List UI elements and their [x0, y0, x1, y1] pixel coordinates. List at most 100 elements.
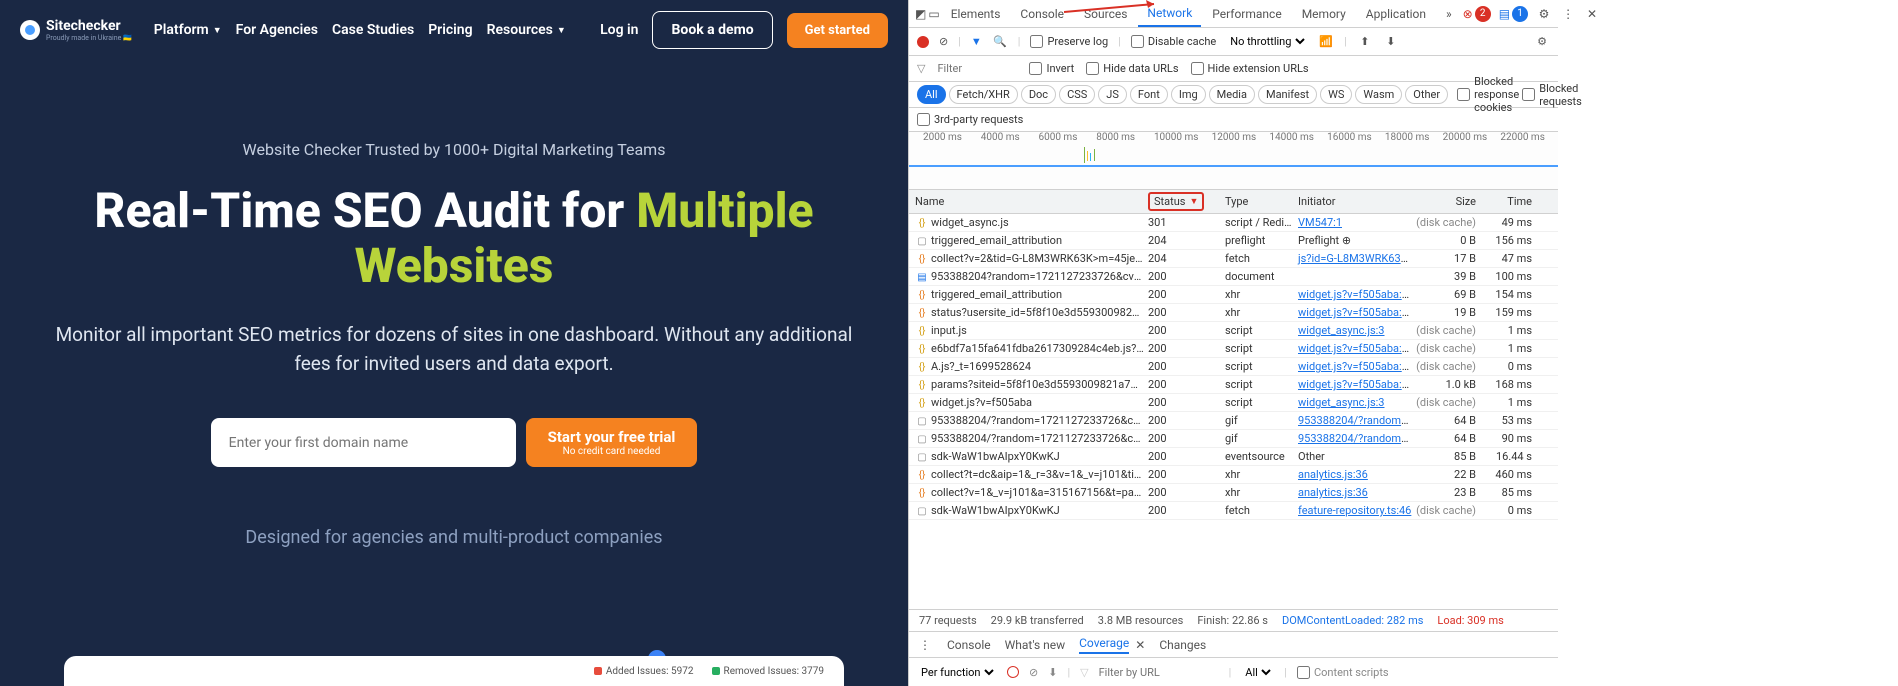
tab-performance[interactable]: Performance: [1203, 2, 1290, 26]
type-font[interactable]: Font: [1130, 85, 1168, 104]
search-icon[interactable]: 🔍: [992, 34, 1008, 50]
preserve-log-check[interactable]: Preserve log: [1030, 35, 1108, 48]
disable-cache-check[interactable]: Disable cache: [1131, 35, 1216, 48]
hide-ext-check[interactable]: Hide extension URLs: [1191, 62, 1309, 75]
table-row[interactable]: {}input.js200scriptwidget_async.js:3(dis…: [909, 322, 1558, 340]
drawer-tab-console[interactable]: Console: [947, 638, 991, 652]
login-link[interactable]: Log in: [600, 22, 638, 38]
tab-memory[interactable]: Memory: [1293, 2, 1355, 26]
type-all[interactable]: All: [917, 85, 946, 104]
table-row[interactable]: {}params?siteid=5f8f10e3d5593009821a73d4…: [909, 376, 1558, 394]
table-row[interactable]: ▢triggered_email_attribution204preflight…: [909, 232, 1558, 250]
tab-elements[interactable]: Elements: [942, 2, 1010, 26]
table-row[interactable]: {}triggered_email_attribution200xhrwidge…: [909, 286, 1558, 304]
table-row[interactable]: {}A.js?_t=1699528624200scriptwidget.js?v…: [909, 358, 1558, 376]
table-row[interactable]: ▤953388204?random=1721127233726&cv=11&f……: [909, 268, 1558, 286]
tab-network[interactable]: Network: [1138, 1, 1201, 27]
initiator-link[interactable]: js?id=G-L8M3WRK63K&l=…: [1298, 252, 1414, 265]
logo[interactable]: Sitechecker Proudly made in Ukraine 🇺🇦: [20, 18, 132, 42]
table-row[interactable]: {}widget.js?v=f505aba200scriptwidget_asy…: [909, 394, 1558, 412]
book-demo-button[interactable]: Book a demo: [652, 11, 772, 49]
nav-resources[interactable]: Resources▼: [487, 22, 566, 38]
tab-application[interactable]: Application: [1357, 2, 1435, 26]
initiator-link[interactable]: widget.js?v=f505aba:77: [1298, 342, 1414, 355]
type-css[interactable]: CSS: [1059, 85, 1095, 104]
drawer-menu-icon[interactable]: ⋮: [917, 637, 933, 653]
table-row[interactable]: ▢953388204/?random=1721127233726&cv=11&……: [909, 412, 1558, 430]
coverage-all-select[interactable]: All: [1241, 665, 1274, 680]
initiator-link[interactable]: analytics.js:36: [1298, 468, 1368, 481]
table-row[interactable]: {}widget_async.js301script / Redir…VM547…: [909, 214, 1558, 232]
type-media[interactable]: Media: [1209, 85, 1255, 104]
table-row[interactable]: {}collect?v=1&_v=j101&a=315167156&t=page…: [909, 484, 1558, 502]
tab-console[interactable]: Console: [1011, 2, 1073, 26]
more-tabs[interactable]: »: [1437, 2, 1461, 26]
type-ws[interactable]: WS: [1320, 85, 1352, 104]
throttle-select[interactable]: No throttling: [1226, 34, 1308, 49]
header-size[interactable]: Size: [1414, 195, 1484, 208]
inspect-icon[interactable]: ◩: [915, 6, 926, 22]
initiator-link[interactable]: widget.js?v=f505aba:77: [1298, 378, 1414, 391]
start-trial-button[interactable]: Start your free trial No credit card nee…: [526, 418, 698, 467]
initiator-link[interactable]: analytics.js:36: [1298, 486, 1368, 499]
initiator-link[interactable]: 953388204/?random=1721…: [1298, 432, 1414, 445]
settings-gear-icon[interactable]: ⚙: [1534, 34, 1550, 50]
upload-icon[interactable]: ⬆: [1357, 34, 1373, 50]
table-row[interactable]: ▢953388204/?random=1721127233726&cv=11&……: [909, 430, 1558, 448]
device-icon[interactable]: ▭: [928, 6, 939, 22]
initiator-link[interactable]: widget_async.js:3: [1298, 396, 1384, 409]
type-fetch-xhr[interactable]: Fetch/XHR: [949, 85, 1018, 104]
header-initiator[interactable]: Initiator: [1294, 195, 1414, 208]
initiator-link[interactable]: widget.js?v=f505aba:77: [1298, 360, 1414, 373]
table-row[interactable]: {}e6bdf7a15fa641fdba2617309284c4eb.js?_t…: [909, 340, 1558, 358]
nav-cases[interactable]: Case Studies: [332, 22, 414, 38]
nav-platform[interactable]: Platform▼: [154, 22, 222, 38]
filter-input[interactable]: [937, 62, 1017, 75]
initiator-link[interactable]: 953388204/?random=1721…: [1298, 414, 1414, 427]
download-icon[interactable]: ⬇: [1383, 34, 1399, 50]
third-party-check[interactable]: [917, 113, 930, 126]
header-status[interactable]: Status▼: [1144, 192, 1221, 211]
header-time[interactable]: Time: [1484, 195, 1544, 208]
type-manifest[interactable]: Manifest: [1258, 85, 1317, 104]
table-row[interactable]: {}status?usersite_id=5f8f10e3d5593009821…: [909, 304, 1558, 322]
nav-agencies[interactable]: For Agencies: [236, 22, 318, 38]
initiator-link[interactable]: widget_async.js:3: [1298, 324, 1384, 337]
coverage-record-icon[interactable]: [1007, 666, 1019, 678]
table-row[interactable]: {}collect?v=2&tid=G-L8M3WRK63K>m=45je47……: [909, 250, 1558, 268]
initiator-link[interactable]: feature-repository.ts:46: [1298, 504, 1411, 517]
info-indicator[interactable]: ▤1: [1499, 6, 1528, 22]
clear-icon[interactable]: ⊘: [939, 35, 948, 48]
initiator-link[interactable]: VM547:1: [1298, 216, 1342, 229]
drawer-tab-what-s-new[interactable]: What's new: [1005, 638, 1066, 652]
nav-pricing[interactable]: Pricing: [428, 22, 472, 38]
type-js[interactable]: JS: [1098, 85, 1127, 104]
record-icon[interactable]: [917, 36, 929, 48]
header-name[interactable]: Name: [909, 195, 1144, 208]
drawer-tab-close-icon[interactable]: ✕: [1135, 638, 1145, 652]
coverage-scope-select[interactable]: Per function: [917, 665, 997, 680]
gear-icon[interactable]: ⚙: [1536, 6, 1552, 22]
error-indicator[interactable]: ⊗2: [1463, 6, 1491, 22]
table-row[interactable]: ▢sdk-WaW1bwAIpxY0KwKJ200fetchfeature-rep…: [909, 502, 1558, 520]
coverage-clear-icon[interactable]: ⊘: [1029, 666, 1038, 679]
domain-input[interactable]: [211, 418, 516, 467]
invert-check[interactable]: Invert: [1029, 62, 1074, 75]
header-type[interactable]: Type: [1221, 195, 1294, 208]
coverage-url-filter[interactable]: [1099, 666, 1219, 679]
drawer-tab-coverage[interactable]: Coverage: [1079, 636, 1129, 654]
table-row[interactable]: ▢sdk-WaW1bwAIpxY0KwKJ200eventsourceOther…: [909, 448, 1558, 466]
type-img[interactable]: Img: [1171, 85, 1206, 104]
type-wasm[interactable]: Wasm: [1355, 85, 1402, 104]
close-icon[interactable]: ✕: [1584, 6, 1600, 22]
get-started-button[interactable]: Get started: [787, 13, 888, 48]
initiator-link[interactable]: widget.js?v=f505aba:146: [1298, 288, 1414, 301]
wifi-icon[interactable]: 📶: [1318, 34, 1334, 50]
timeline[interactable]: 2000 ms4000 ms6000 ms8000 ms10000 ms1200…: [909, 132, 1558, 190]
type-doc[interactable]: Doc: [1021, 85, 1056, 104]
tab-sources[interactable]: Sources: [1075, 2, 1136, 26]
table-row[interactable]: {}collect?t=dc&aip=1&_r=3&v=1&_v=j101&ti…: [909, 466, 1558, 484]
type-other[interactable]: Other: [1405, 85, 1448, 104]
coverage-export-icon[interactable]: ⬇: [1048, 666, 1057, 679]
kebab-icon[interactable]: ⋮: [1560, 6, 1576, 22]
